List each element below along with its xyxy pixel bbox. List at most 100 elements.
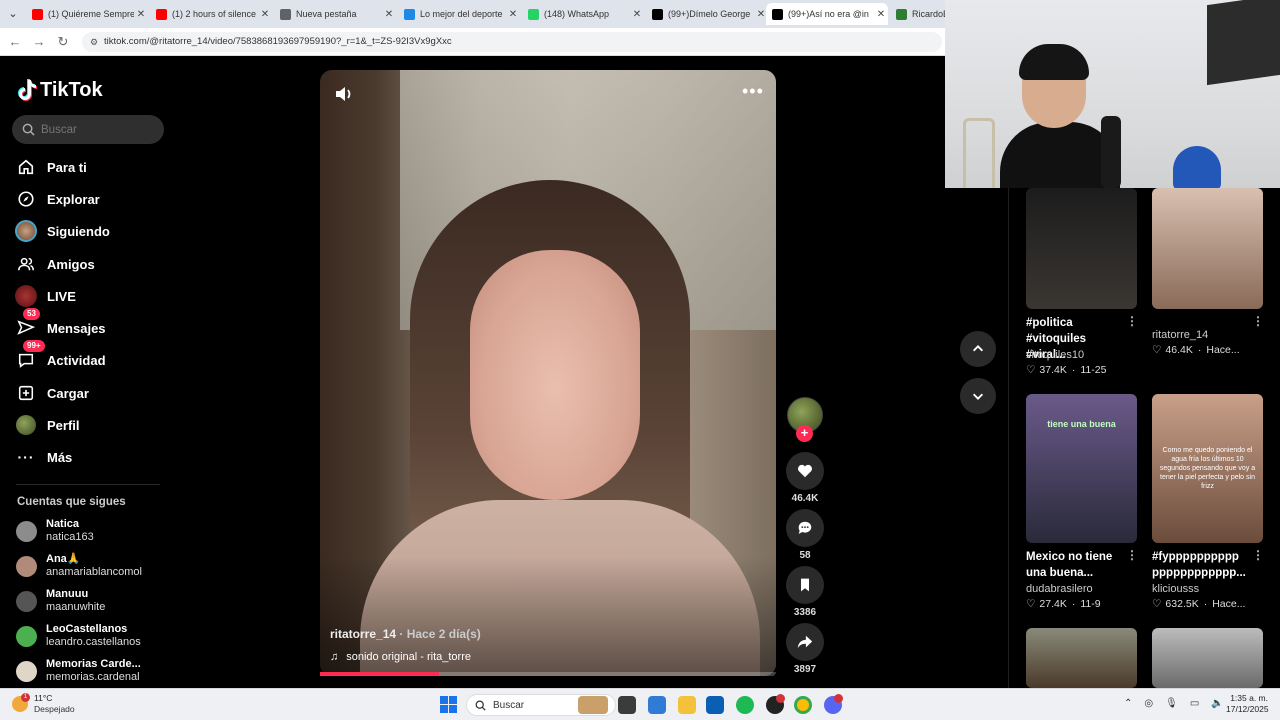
nav-item-actividad[interactable]: 99+ Actividad xyxy=(15,340,106,373)
follow-plus-button[interactable]: + xyxy=(796,425,813,442)
site-info-icon[interactable]: ⚙ xyxy=(90,32,98,52)
following-account[interactable]: LeoCastellanos leandro.castellanos xyxy=(16,621,141,651)
tab-close-icon[interactable]: ✕ xyxy=(382,9,396,20)
video-player[interactable] xyxy=(320,70,776,676)
card-username[interactable]: ritatorre_14 xyxy=(1152,329,1208,341)
card-title[interactable]: Mexico no tiene una buena... xyxy=(1026,549,1126,581)
card-username[interactable]: vitoquiles10 xyxy=(1026,349,1084,361)
nav-label: Cargar xyxy=(47,385,89,401)
nav-item-más[interactable]: ··· Más xyxy=(15,444,73,470)
avatar xyxy=(16,555,37,577)
file-explorer-icon[interactable] xyxy=(678,696,696,714)
tab-close-icon[interactable]: ✕ xyxy=(874,9,888,20)
forward-button[interactable]: → xyxy=(30,33,48,51)
tab-close-icon[interactable]: ✕ xyxy=(134,9,148,20)
live-icon xyxy=(15,285,37,307)
nav-label: Mensajes xyxy=(47,320,106,336)
comment-button[interactable] xyxy=(786,509,824,547)
browser-tab[interactable]: (148) WhatsApp ✕ xyxy=(522,3,644,25)
store-icon[interactable] xyxy=(706,696,724,714)
card-options-icon[interactable]: ⋮ xyxy=(1126,314,1138,328)
browser-tab[interactable]: RicardoEs xyxy=(890,3,945,25)
clock[interactable]: 1:35 a. m. 17/12/2025 xyxy=(1226,693,1269,715)
weather-widget[interactable]: 1 11°C Despejado xyxy=(12,693,75,715)
nav-item-explorar[interactable]: Explorar xyxy=(15,186,100,212)
nav-label: Para ti xyxy=(47,159,87,175)
nav-item-amigos[interactable]: Amigos xyxy=(15,251,95,277)
chrome-icon[interactable] xyxy=(794,696,812,714)
browser-tab[interactable]: Lo mejor del deporte ✕ xyxy=(398,3,520,25)
tray-app-icon[interactable]: ◎ xyxy=(1144,698,1153,709)
card-title[interactable]: #fypppppppppp pppppppppppp... xyxy=(1152,549,1252,581)
like-count: 46.4K xyxy=(791,493,819,504)
thumbnail-text: Como me quedo poniendo el agua fría los … xyxy=(1159,447,1256,490)
nav-item-para-ti[interactable]: Para ti xyxy=(15,154,87,180)
video-options-icon[interactable]: ••• xyxy=(742,82,763,100)
browser-tab[interactable]: (99+)Dímelo George ✕ xyxy=(646,3,768,25)
tab-title: (148) WhatsApp xyxy=(544,9,610,19)
card-options-icon[interactable]: ⋮ xyxy=(1252,314,1264,328)
task-view-icon[interactable] xyxy=(618,696,636,714)
share-icon xyxy=(797,635,813,649)
video-thumbnail[interactable] xyxy=(1152,188,1263,309)
video-sound[interactable]: ♫ sonido original - rita_torre xyxy=(330,651,471,663)
volume-icon[interactable] xyxy=(334,84,354,104)
previous-video-button[interactable] xyxy=(960,331,996,367)
back-button[interactable]: ← xyxy=(6,33,24,51)
following-account[interactable]: Ana🙏 anamariablancomol xyxy=(16,551,142,581)
tab-close-icon[interactable]: ✕ xyxy=(630,9,644,20)
video-progress-bar[interactable] xyxy=(320,672,776,676)
video-thumbnail[interactable] xyxy=(1152,628,1263,688)
start-button[interactable] xyxy=(440,696,457,713)
nav-item-perfil[interactable]: Perfil xyxy=(15,412,80,438)
following-account[interactable]: Manuuu maanuwhite xyxy=(16,586,105,616)
save-button[interactable] xyxy=(786,566,824,604)
card-username[interactable]: dudabrasilero xyxy=(1026,583,1093,595)
browser-tab[interactable]: (1) Quiéreme Sempre ✕ xyxy=(26,3,148,25)
tiktok-logo[interactable]: TikTok xyxy=(17,76,103,104)
heart-outline-icon: ♡ xyxy=(1152,598,1162,610)
nav-label: Explorar xyxy=(47,191,100,207)
network-icon[interactable]: ▭ xyxy=(1190,698,1199,709)
nav-item-live[interactable]: LIVE xyxy=(15,283,76,309)
account-username: memorias.cardenal xyxy=(46,671,140,683)
card-stats: ♡ 46.4K · Hace... xyxy=(1152,344,1240,356)
tray-chevron-icon[interactable]: ⌃ xyxy=(1124,698,1132,709)
video-thumbnail[interactable]: tiene una buena xyxy=(1026,394,1137,543)
address-bar[interactable]: ⚙ tiktok.com/@ritatorre_14/video/7583868… xyxy=(82,32,942,52)
tab-title: (1) Quiéreme Sempre xyxy=(48,9,134,19)
video-thumbnail[interactable]: Como me quedo poniendo el agua fría los … xyxy=(1152,394,1263,543)
nav-label: Siguiendo xyxy=(47,223,110,239)
tab-close-icon[interactable]: ✕ xyxy=(506,9,520,20)
browser-tab[interactable]: (99+)Así no era @in ✕ xyxy=(766,3,888,25)
card-options-icon[interactable]: ⋮ xyxy=(1126,548,1138,562)
card-username[interactable]: kliciousss xyxy=(1152,583,1199,595)
nav-item-mensajes[interactable]: 53 Mensajes xyxy=(15,308,106,341)
tab-close-icon[interactable]: ✕ xyxy=(258,9,272,20)
tab-favicon-icon xyxy=(772,8,783,20)
spotify-icon[interactable] xyxy=(736,696,754,714)
video-thumbnail[interactable] xyxy=(1026,188,1137,309)
browser-tab[interactable]: Nueva pestaña ✕ xyxy=(274,3,396,25)
tab-search-button[interactable]: ⌄ xyxy=(4,5,22,23)
chevron-down-icon xyxy=(972,393,984,400)
search-icon xyxy=(22,123,35,136)
browser-tab[interactable]: (1) 2 hours of silence ✕ xyxy=(150,3,272,25)
card-options-icon[interactable]: ⋮ xyxy=(1252,548,1264,562)
like-button[interactable] xyxy=(786,452,824,490)
tab-favicon-icon xyxy=(404,8,415,20)
search-box[interactable] xyxy=(12,115,164,144)
copilot-icon[interactable] xyxy=(648,696,666,714)
nav-item-siguiendo[interactable]: Siguiendo xyxy=(15,218,110,244)
video-author[interactable]: ritatorre_14 xyxy=(330,627,396,641)
share-button[interactable] xyxy=(786,623,824,661)
video-thumbnail[interactable] xyxy=(1026,628,1137,688)
search-input[interactable] xyxy=(41,123,151,136)
volume-tray-icon[interactable]: 🔈 xyxy=(1211,698,1223,709)
microphone-icon[interactable]: 🎙 xyxy=(1165,698,1178,709)
next-video-button[interactable] xyxy=(960,378,996,414)
following-account[interactable]: Natica natica163 xyxy=(16,516,94,546)
reload-button[interactable]: ↻ xyxy=(54,33,72,51)
nav-item-cargar[interactable]: Cargar xyxy=(15,380,89,406)
following-account[interactable]: Memorias Carde... memorias.cardenal xyxy=(16,656,141,686)
